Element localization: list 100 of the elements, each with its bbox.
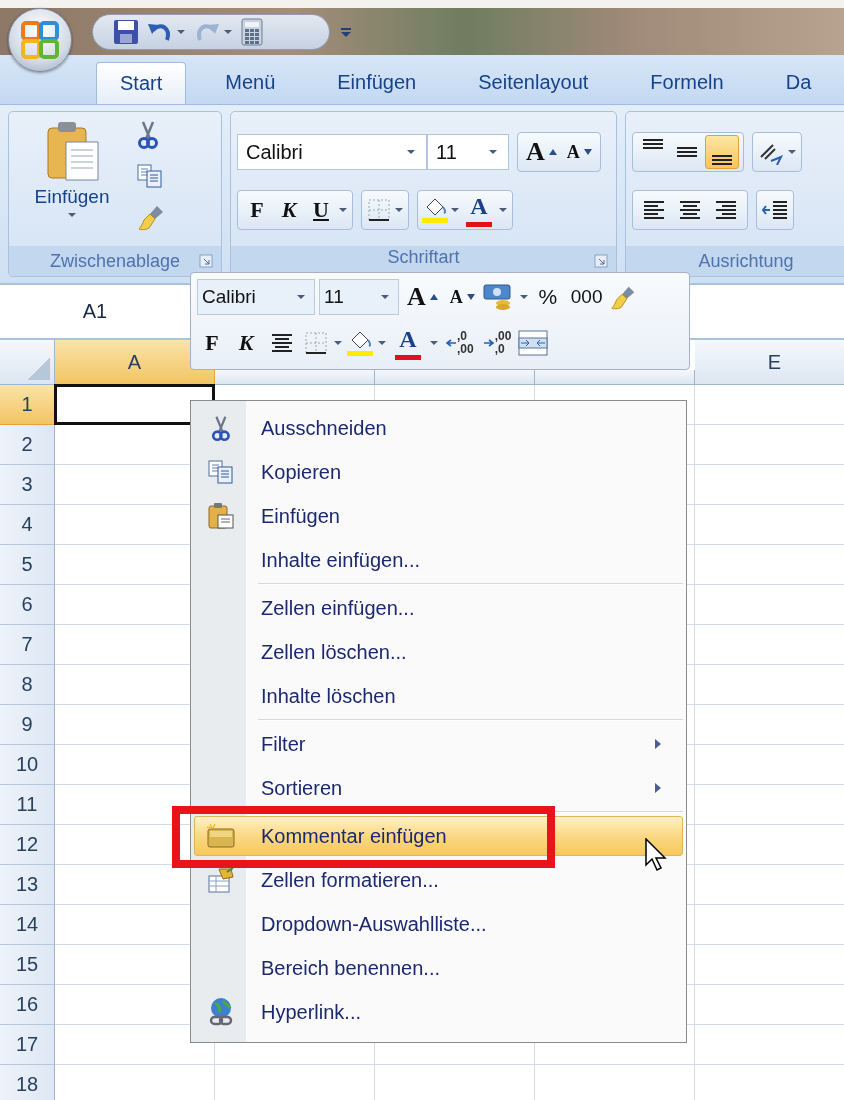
shrink-font-button[interactable]: A bbox=[445, 280, 479, 314]
scissors-icon bbox=[137, 120, 159, 150]
copy-icon bbox=[208, 460, 234, 484]
triangle-icon bbox=[583, 149, 592, 155]
row-header[interactable]: 6 bbox=[0, 585, 55, 625]
menu-item[interactable]: Inhalte löschen bbox=[194, 676, 683, 716]
copy-icon bbox=[137, 164, 163, 188]
caret-icon bbox=[67, 212, 77, 218]
font-field[interactable]: Calibri bbox=[237, 134, 427, 170]
format-cells-icon bbox=[207, 866, 235, 894]
dialog-launcher-icon[interactable] bbox=[594, 254, 608, 268]
dialog-launcher-icon[interactable] bbox=[199, 254, 213, 268]
calculator-icon[interactable] bbox=[241, 17, 263, 46]
ribbon-tab[interactable]: Formeln bbox=[619, 62, 755, 104]
font-size-field[interactable]: 11 bbox=[427, 134, 509, 170]
row-header[interactable]: 5 bbox=[0, 545, 55, 585]
triangle-icon bbox=[466, 294, 475, 300]
menu-item[interactable]: Kommentar einfügen bbox=[194, 816, 683, 856]
ribbon-tab[interactable]: Einfügen bbox=[306, 62, 448, 104]
caret-icon bbox=[498, 207, 508, 213]
menu-item[interactable]: Hyperlink... bbox=[194, 992, 683, 1032]
clipboard-icon bbox=[44, 120, 100, 182]
italic-button[interactable]: K bbox=[274, 193, 304, 227]
submenu-arrow-icon bbox=[654, 738, 662, 750]
menu-item[interactable]: Sortieren bbox=[194, 768, 683, 808]
font-field[interactable]: Calibri bbox=[197, 279, 315, 315]
increase-decimal-button[interactable]: ,0 ,00 bbox=[443, 330, 477, 356]
menu-item[interactable]: Dropdown-Auswahlliste... bbox=[194, 904, 683, 944]
font-color-button[interactable]: A bbox=[391, 326, 425, 360]
ribbon-tab[interactable]: Da bbox=[754, 62, 843, 104]
caret-icon bbox=[380, 294, 390, 300]
fill-color-button[interactable] bbox=[422, 197, 448, 223]
row-header[interactable]: 7 bbox=[0, 625, 55, 665]
menu-item[interactable]: Einfügen bbox=[194, 496, 683, 536]
row-header[interactable]: 13 bbox=[0, 865, 55, 905]
ribbon-tab[interactable]: Start bbox=[96, 62, 187, 104]
caret-icon bbox=[296, 294, 306, 300]
caret-icon bbox=[223, 28, 233, 35]
percent-button[interactable]: % bbox=[532, 280, 563, 314]
name-box[interactable]: A1 bbox=[0, 300, 190, 323]
scissors-icon bbox=[211, 414, 231, 442]
caret-icon bbox=[450, 207, 460, 213]
row-header[interactable]: 9 bbox=[0, 705, 55, 745]
borders-icon[interactable] bbox=[366, 197, 392, 223]
fill-color-button[interactable] bbox=[347, 330, 373, 356]
caret-icon bbox=[338, 207, 348, 213]
vertical-align-button[interactable] bbox=[705, 135, 739, 169]
row-header[interactable]: 2 bbox=[0, 425, 55, 465]
grow-font-button[interactable]: A bbox=[403, 280, 442, 314]
align-lines-icon bbox=[712, 155, 732, 165]
menu-item[interactable]: Zellen löschen... bbox=[194, 632, 683, 672]
bold-button[interactable]: F bbox=[242, 193, 272, 227]
shrink-font-button[interactable]: A bbox=[562, 135, 596, 169]
customize-caret-icon[interactable] bbox=[340, 25, 352, 38]
globe-link-icon bbox=[207, 997, 235, 1027]
menu-item[interactable]: Inhalte einfügen... bbox=[194, 540, 683, 580]
row-header[interactable]: 3 bbox=[0, 465, 55, 505]
grow-font-button[interactable]: A bbox=[522, 135, 561, 169]
decrease-decimal-button[interactable]: ,00 ,0 bbox=[480, 330, 515, 356]
caret-icon bbox=[333, 340, 343, 346]
row-header[interactable]: 11 bbox=[0, 785, 55, 825]
submenu-arrow-icon bbox=[654, 782, 662, 794]
row-header[interactable]: 18 bbox=[0, 1065, 55, 1100]
row-header[interactable]: 14 bbox=[0, 905, 55, 945]
row-header[interactable]: 16 bbox=[0, 985, 55, 1025]
ribbon-tab[interactable]: Menü bbox=[194, 62, 307, 104]
note-icon bbox=[206, 823, 236, 849]
caret-icon bbox=[488, 149, 498, 155]
menu-item[interactable]: Filter bbox=[194, 724, 683, 764]
colored-squares-icon bbox=[20, 20, 60, 60]
column-header[interactable]: E bbox=[695, 340, 844, 385]
menu-item[interactable]: Bereich benennen... bbox=[194, 948, 683, 988]
caret-icon bbox=[406, 149, 416, 155]
row-header[interactable]: 12 bbox=[0, 825, 55, 865]
font-size-field[interactable]: 11 bbox=[319, 279, 399, 315]
mouse-pointer-icon bbox=[645, 838, 667, 872]
caret-icon bbox=[176, 28, 186, 35]
row-header[interactable]: 4 bbox=[0, 505, 55, 545]
paste-button[interactable]: Einfügen bbox=[17, 120, 127, 238]
row-header[interactable]: 15 bbox=[0, 945, 55, 985]
caret-icon bbox=[518, 294, 529, 300]
row-header[interactable]: 1 bbox=[0, 385, 55, 425]
thousands-separator-button[interactable]: 000 bbox=[566, 280, 607, 314]
caret-icon bbox=[394, 207, 404, 213]
caret-icon bbox=[429, 340, 439, 346]
menu-item[interactable]: Ausschneiden bbox=[194, 408, 683, 448]
row-header[interactable]: 8 bbox=[0, 665, 55, 705]
align-lines-icon bbox=[643, 139, 663, 149]
triangle-icon bbox=[548, 149, 557, 155]
arrow-icon bbox=[446, 339, 456, 347]
row-header[interactable]: 10 bbox=[0, 745, 55, 785]
menu-item[interactable]: Kopieren bbox=[194, 452, 683, 492]
underline-button[interactable]: U bbox=[306, 193, 336, 227]
row-header[interactable]: 17 bbox=[0, 1025, 55, 1065]
merge-cells-icon[interactable] bbox=[518, 330, 549, 356]
ribbon-tab[interactable]: Seitenlayout bbox=[447, 62, 620, 104]
borders-icon[interactable] bbox=[303, 330, 329, 356]
align-lines-icon bbox=[677, 147, 697, 157]
italic-button[interactable]: K bbox=[231, 326, 261, 360]
menu-item[interactable]: Zellen einfügen... bbox=[194, 588, 683, 628]
